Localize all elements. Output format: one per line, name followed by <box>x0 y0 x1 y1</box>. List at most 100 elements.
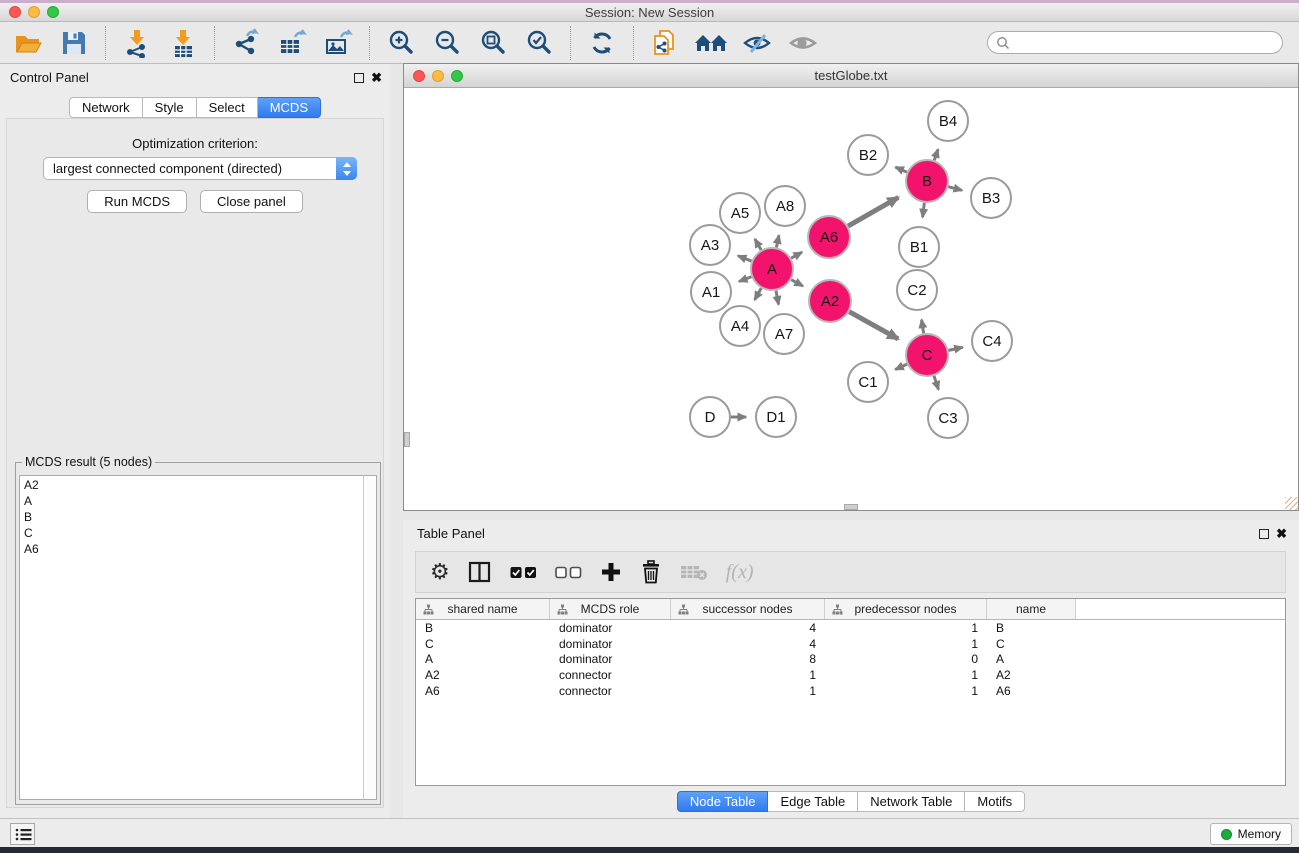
hide-graphics-button[interactable] <box>739 25 775 61</box>
graph-node-C4[interactable]: C4 <box>972 321 1012 361</box>
table-cell[interactable]: dominator <box>550 621 671 635</box>
graph-node-B1[interactable]: B1 <box>899 227 939 267</box>
table-cell[interactable]: 1 <box>671 668 825 682</box>
deselect-all-button[interactable] <box>555 566 582 579</box>
table-row[interactable]: Bdominator41B <box>416 620 1285 636</box>
table-cell[interactable]: A2 <box>416 668 550 682</box>
network-window-titlebar[interactable]: testGlobe.txt <box>404 64 1298 88</box>
show-graphics-button[interactable] <box>785 25 821 61</box>
column-header-shared-name[interactable]: shared name <box>416 599 550 619</box>
run-mcds-button[interactable]: Run MCDS <box>87 190 187 213</box>
save-session-button[interactable] <box>56 25 92 61</box>
clone-network-button[interactable] <box>647 25 683 61</box>
table-cell[interactable]: 1 <box>825 684 987 698</box>
search-input[interactable] <box>1015 36 1274 50</box>
graph-node-C1[interactable]: C1 <box>848 362 888 402</box>
tab-node-table[interactable]: Node Table <box>677 791 769 812</box>
float-table-panel-icon[interactable] <box>1259 529 1269 539</box>
close-table-panel-icon[interactable]: ✖ <box>1276 529 1287 539</box>
table-cell[interactable]: 1 <box>825 668 987 682</box>
mcds-result-list[interactable]: A2ABCA6 <box>19 475 364 800</box>
tab-select[interactable]: Select <box>197 97 258 118</box>
open-session-button[interactable] <box>10 25 46 61</box>
graph-edge-B-B3[interactable] <box>948 187 962 191</box>
graph-edge-A-A1[interactable] <box>739 277 751 282</box>
graph-node-A5[interactable]: A5 <box>720 193 760 233</box>
float-panel-icon[interactable] <box>354 73 364 83</box>
network-resize-grip[interactable] <box>1285 497 1298 510</box>
column-header-predecessor-nodes[interactable]: predecessor nodes <box>825 599 987 619</box>
graph-node-C2[interactable]: C2 <box>897 270 937 310</box>
mcds-result-item[interactable]: C <box>20 525 364 541</box>
graph-edge-B-B1[interactable] <box>923 203 925 217</box>
graph-node-B4[interactable]: B4 <box>928 101 968 141</box>
table-row[interactable]: Cdominator41C <box>416 636 1285 652</box>
graph-node-A2[interactable]: A2 <box>809 280 851 322</box>
import-table-button[interactable] <box>165 25 201 61</box>
graph-node-A4[interactable]: A4 <box>720 306 760 346</box>
tab-network[interactable]: Network <box>69 97 143 118</box>
delete-column-button[interactable] <box>640 560 662 584</box>
mcds-result-item[interactable]: A2 <box>20 477 364 493</box>
graph-node-B2[interactable]: B2 <box>848 135 888 175</box>
zoom-selected-button[interactable] <box>521 25 557 61</box>
apply-layout-button[interactable] <box>584 25 620 61</box>
close-panel-icon[interactable]: ✖ <box>371 73 382 83</box>
table-cell[interactable]: C <box>987 637 1076 651</box>
import-network-button[interactable] <box>119 25 155 61</box>
graph-edge-B-B2[interactable] <box>895 167 906 172</box>
table-cell[interactable]: 1 <box>825 621 987 635</box>
graph-node-D[interactable]: D <box>690 397 730 437</box>
table-row[interactable]: Adominator80A <box>416 651 1285 667</box>
graph-node-A8[interactable]: A8 <box>765 186 805 226</box>
graph-edge-A2-C[interactable] <box>849 312 898 339</box>
table-row[interactable]: A2connector11A2 <box>416 667 1285 683</box>
tab-motifs[interactable]: Motifs <box>965 791 1025 812</box>
zoom-in-button[interactable] <box>383 25 419 61</box>
tab-network-table[interactable]: Network Table <box>858 791 965 812</box>
tab-mcds[interactable]: MCDS <box>258 97 321 118</box>
table-cell[interactable]: A6 <box>416 684 550 698</box>
table-cell[interactable]: 4 <box>671 621 825 635</box>
memory-button[interactable]: Memory <box>1210 823 1292 845</box>
graph-node-B3[interactable]: B3 <box>971 178 1011 218</box>
network-canvas-area[interactable]: B4B2BB3A8A5A6A3B1AC2A1A2A4A7C4CC1C3DD1 <box>404 88 1298 510</box>
table-cell[interactable]: 1 <box>825 637 987 651</box>
table-cell[interactable]: A2 <box>987 668 1076 682</box>
graph-edge-A-A7[interactable] <box>776 291 779 305</box>
graph-node-C3[interactable]: C3 <box>928 398 968 438</box>
task-history-button[interactable] <box>10 823 35 845</box>
zoom-fit-button[interactable] <box>475 25 511 61</box>
tab-edge-table[interactable]: Edge Table <box>768 791 858 812</box>
table-cell[interactable]: 4 <box>671 637 825 651</box>
mcds-result-item[interactable]: A6 <box>20 541 364 557</box>
table-cell[interactable]: 8 <box>671 652 825 666</box>
export-table-button[interactable] <box>274 25 310 61</box>
criterion-dropdown[interactable]: largest connected component (directed) <box>43 157 357 180</box>
graph-node-A3[interactable]: A3 <box>690 225 730 265</box>
graph-node-D1[interactable]: D1 <box>756 397 796 437</box>
graph-node-A[interactable]: A <box>751 248 793 290</box>
graph-edge-C-C4[interactable] <box>949 347 963 350</box>
table-cell[interactable]: A6 <box>987 684 1076 698</box>
graph-edge-C-C1[interactable] <box>895 364 907 369</box>
graph-node-C[interactable]: C <box>906 334 948 376</box>
graph-node-A6[interactable]: A6 <box>808 216 850 258</box>
graph-edge-A-A5[interactable] <box>755 239 761 250</box>
add-column-button[interactable] <box>600 561 622 583</box>
table-cell[interactable]: A <box>416 652 550 666</box>
table-cell[interactable]: B <box>987 621 1076 635</box>
graph-edge-B-B4[interactable] <box>934 149 938 160</box>
close-panel-button[interactable]: Close panel <box>200 190 303 213</box>
mcds-result-item[interactable]: B <box>20 509 364 525</box>
zoom-out-button[interactable] <box>429 25 465 61</box>
table-cell[interactable]: connector <box>550 684 671 698</box>
network-vertical-scrollbar[interactable] <box>404 432 410 447</box>
table-settings-button[interactable]: ⚙ <box>430 559 450 585</box>
export-network-button[interactable] <box>228 25 264 61</box>
graph-node-A1[interactable]: A1 <box>691 272 731 312</box>
table-cell[interactable]: 0 <box>825 652 987 666</box>
column-header-name[interactable]: name <box>987 599 1076 619</box>
network-horizontal-scrollbar[interactable] <box>844 504 858 510</box>
column-chooser-button[interactable] <box>468 561 492 583</box>
